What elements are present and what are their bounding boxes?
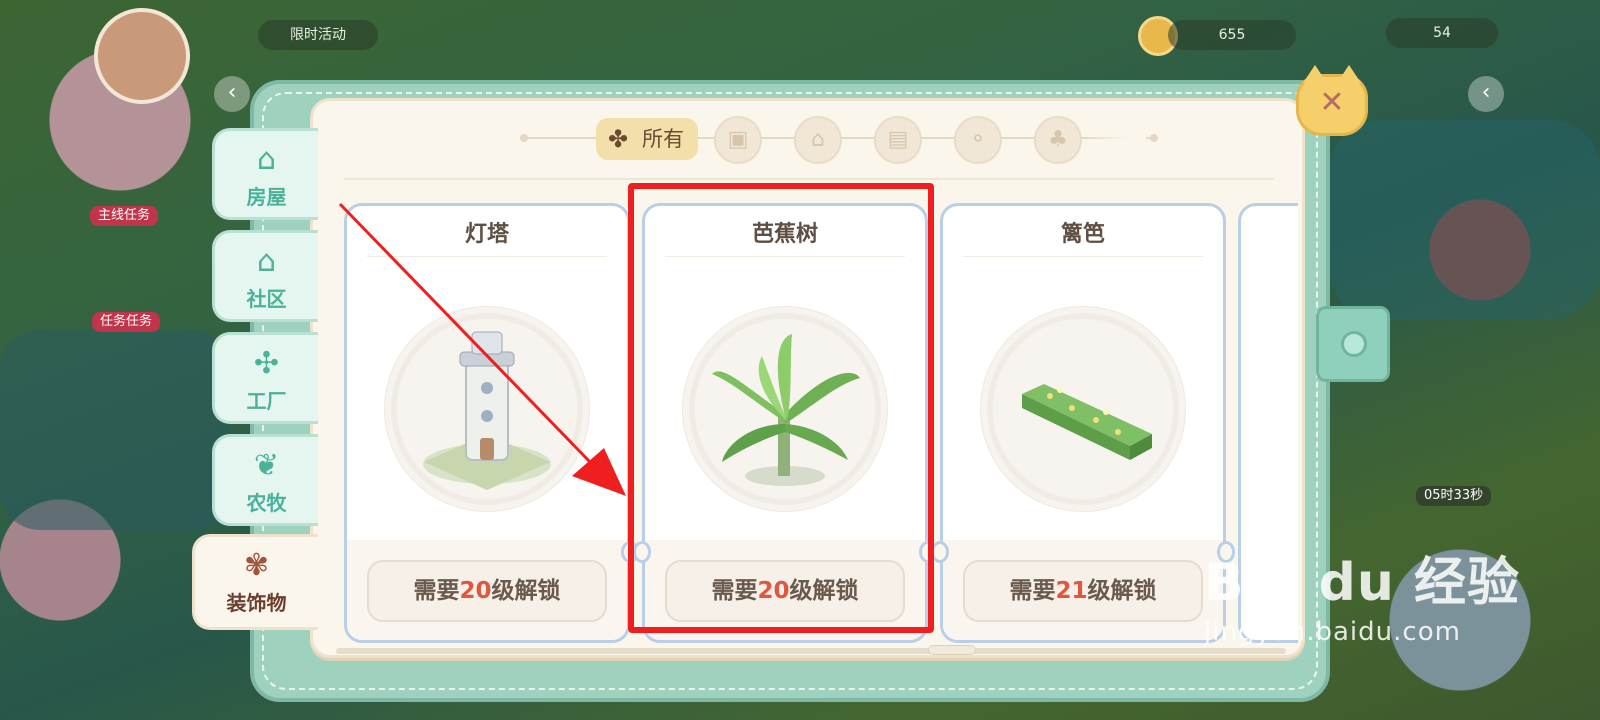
sidebar-tab-label: 农牧 (246, 491, 287, 515)
player-avatar[interactable] (94, 8, 190, 104)
sidebar-tab-label: 工厂 (246, 389, 287, 413)
chevron-left-icon[interactable]: ‹ (1468, 76, 1504, 112)
unlock-requirement-button[interactable]: 需要20级解锁 (367, 560, 607, 622)
watermark-url: jingyan.baidu.com (1204, 617, 1461, 647)
category-tab-label: 所有 (642, 127, 684, 151)
hud-event-pill[interactable]: 限时活动 (258, 20, 378, 50)
header-separator (344, 178, 1274, 180)
item-card-hedge-fence[interactable]: 篱笆 需要21级解锁 (931, 203, 1235, 643)
sidebar-tab-farming[interactable]: ❦ 农牧 (212, 434, 318, 526)
sidebar-tab-factory[interactable]: ✣ 工厂 (212, 332, 318, 424)
background-quest-label[interactable]: 任务任务 (92, 312, 161, 332)
coin-counter: 655 (1168, 20, 1296, 50)
sidebar-tab-label: 房屋 (246, 185, 287, 209)
category-tab-all[interactable]: ✤ 所有 (596, 118, 698, 160)
category-fade (1086, 110, 1146, 170)
chest-icon[interactable]: ▣ (714, 116, 762, 164)
lighthouse-illustration (423, 331, 551, 490)
tree-icon[interactable]: ♣ (1034, 116, 1082, 164)
item-name: 灯塔 (464, 222, 509, 247)
sidebar-tab-label: 装饰物 (226, 591, 287, 615)
item-name: 篱笆 (1060, 222, 1105, 247)
card-icon[interactable]: ▤ (874, 116, 922, 164)
balloon-icon[interactable]: ⚬ (954, 116, 1002, 164)
decoration-icon: ✾ (243, 548, 270, 583)
sidebar-tab-label: 社区 (246, 287, 287, 311)
house-icon: ⌂ (256, 142, 277, 177)
close-icon: ✕ (1319, 85, 1345, 120)
house-icon[interactable]: ⌂ (794, 116, 842, 164)
level-counter: 54 (1386, 18, 1498, 48)
scrollbar-thumb[interactable] (928, 645, 976, 655)
baidu-watermark: Bai du 经验 jingyan.baidu.com (1204, 540, 1520, 647)
sidebar-tab-decoration[interactable]: ✾ 装饰物 (192, 534, 318, 630)
watermark-brand: Bai du 经验 (1204, 553, 1520, 613)
close-button[interactable]: ✕ (1296, 65, 1368, 136)
background-timer-label: 05时33秒 (1416, 486, 1492, 506)
sprout-icon: ❦ (253, 448, 280, 483)
windmill-icon: ✣ (253, 346, 280, 381)
hedge-fence-illustration (1022, 384, 1152, 460)
sidebar-tab-house[interactable]: ⌂ 房屋 (212, 128, 318, 220)
unlock-requirement-button[interactable]: 需要21级解锁 (963, 560, 1203, 622)
community-icon: ⌂ (256, 244, 277, 279)
chevron-left-icon[interactable]: ‹ (214, 76, 250, 112)
scrollbar[interactable] (336, 645, 1286, 655)
clover-icon: ✤ (608, 125, 629, 153)
bookmark-ribbon (1316, 306, 1390, 382)
sidebar-tab-community[interactable]: ⌂ 社区 (212, 230, 318, 322)
background-quest-label[interactable]: 主线任务 (90, 206, 159, 226)
highlight-box (628, 183, 934, 633)
item-card-lighthouse[interactable]: 灯塔 需要20级解锁 (344, 203, 639, 643)
